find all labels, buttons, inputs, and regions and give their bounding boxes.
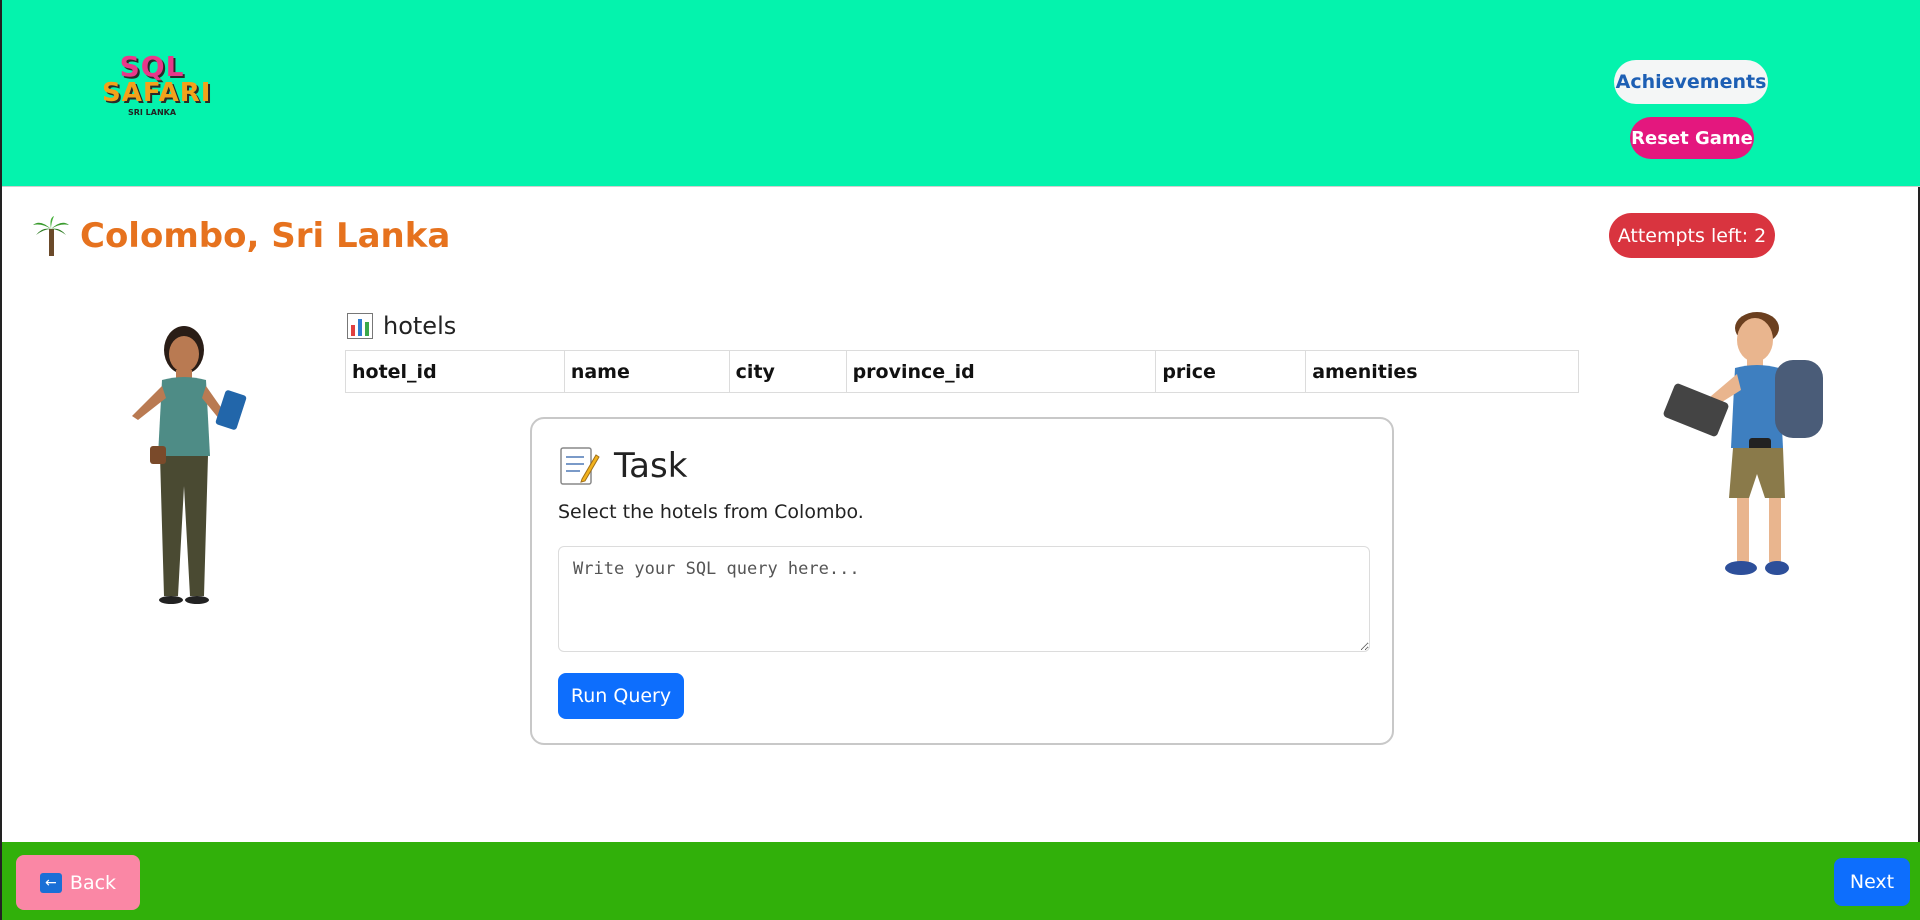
- attempts-badge: Attempts left: 2: [1609, 213, 1775, 258]
- back-button-label: Back: [69, 871, 117, 894]
- next-button[interactable]: Next: [1834, 858, 1910, 906]
- task-card: Task Select the hotels from Colombo. Run…: [530, 417, 1394, 745]
- memo-icon: [560, 447, 600, 485]
- column-header: city: [728, 350, 847, 393]
- table-heading: hotels: [347, 310, 456, 342]
- task-header: Task: [558, 445, 687, 487]
- reset-game-button[interactable]: Reset Game: [1630, 117, 1754, 159]
- schema-header-row: hotel_id name city province_id price ame…: [345, 350, 1579, 393]
- page-title: Colombo, Sri Lanka: [80, 216, 451, 256]
- game-footer: ← Back Next: [2, 842, 1920, 920]
- column-header: price: [1155, 350, 1307, 393]
- sql-query-input[interactable]: [558, 546, 1370, 652]
- explorer-boy-character: [1663, 312, 1823, 575]
- level-title-row: Colombo, Sri Lanka: [32, 212, 450, 260]
- bar-chart-icon: [347, 313, 373, 339]
- palm-tree-icon: [33, 216, 69, 256]
- guide-girl-character: [132, 326, 247, 604]
- task-heading: Task: [614, 446, 688, 486]
- left-arrow-icon: ←: [39, 872, 62, 893]
- sql-safari-logo: SQL SAFARI SRI LANKA: [102, 50, 212, 117]
- back-button[interactable]: ← Back: [16, 855, 140, 910]
- column-header: name: [563, 350, 730, 393]
- column-header: amenities: [1305, 350, 1579, 393]
- table-name: hotels: [383, 312, 457, 340]
- task-description: Select the hotels from Colombo.: [558, 501, 864, 523]
- schema-table: hotel_id name city province_id price ame…: [345, 350, 1579, 393]
- column-header: hotel_id: [345, 350, 565, 393]
- run-query-button[interactable]: Run Query: [558, 673, 684, 719]
- game-header: SQL SAFARI SRI LANKA Achievements Reset …: [2, 0, 1920, 187]
- achievements-button[interactable]: Achievements: [1614, 60, 1768, 104]
- column-header: province_id: [845, 350, 1157, 393]
